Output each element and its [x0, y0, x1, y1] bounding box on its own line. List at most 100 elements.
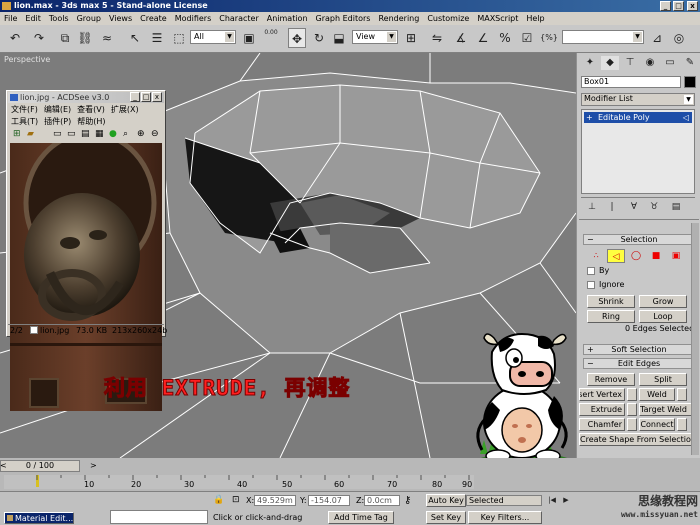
mirror-icon[interactable]: ⇋ — [428, 28, 446, 48]
soft-selection-rollout[interactable]: + Soft Selection — [583, 344, 695, 355]
acdsee-menu-file[interactable]: 文件(F) — [11, 105, 38, 114]
border-icon[interactable]: ◯ — [627, 249, 645, 263]
vertex-icon[interactable]: ∴ — [587, 249, 605, 263]
acdsee-menu-tools[interactable]: 工具(T) — [11, 117, 38, 126]
bind-space-warp-icon[interactable]: ≈ — [98, 28, 116, 48]
utilities-tab-icon[interactable]: ✎ — [681, 56, 699, 70]
zoom-icon[interactable]: ⌕ — [123, 129, 128, 139]
object-color-swatch[interactable] — [684, 76, 696, 88]
panel-scrollbar[interactable] — [691, 223, 699, 455]
select-move-icon[interactable]: ✥ — [288, 28, 306, 48]
maxscript-listener[interactable] — [110, 510, 208, 524]
ring-button[interactable]: Ring — [587, 310, 635, 323]
weld-button[interactable]: Weld — [639, 388, 675, 401]
chamfer-settings-button[interactable] — [627, 418, 637, 431]
menu-modifiers[interactable]: Modifiers — [171, 12, 216, 25]
x-coordinate-field[interactable]: 49.529m — [254, 495, 296, 506]
ignore-backfacing-checkbox[interactable] — [587, 281, 595, 289]
percent-snap-icon[interactable]: % — [496, 28, 514, 48]
display-tab-icon[interactable]: ▭ — [661, 56, 679, 70]
make-unique-icon[interactable]: ∀ — [625, 200, 643, 214]
acdsee-minimize-button[interactable]: _ — [130, 92, 140, 102]
timeline-ruler[interactable]: 10 20 30 40 50 60 70 80 90 — [4, 475, 474, 489]
split-button[interactable]: Split — [639, 373, 687, 386]
selection-filter-dropdown[interactable]: All ▼ — [190, 30, 236, 44]
absolute-mode-icon[interactable]: ⊡ — [232, 495, 240, 505]
close-button[interactable]: x — [687, 1, 698, 11]
snap-icon[interactable]: ∡ — [452, 28, 470, 48]
properties-icon[interactable]: ▤ — [81, 129, 90, 139]
material-editor-icon[interactable]: ◎ — [670, 28, 688, 48]
menu-views[interactable]: Views — [105, 12, 136, 25]
open-folder-icon[interactable]: ▰ — [27, 129, 34, 139]
select-link-icon[interactable]: ⧉ — [56, 28, 74, 48]
acdsee-menu-edit[interactable]: 编辑(E) — [44, 105, 71, 114]
angle-snap-icon[interactable]: ∠ — [474, 28, 492, 48]
create-shape-button[interactable]: Create Shape From Selection — [579, 433, 699, 446]
menu-group[interactable]: Group — [73, 12, 105, 25]
auto-key-button[interactable]: Auto Key — [426, 494, 466, 507]
redo-icon[interactable]: ↷ — [30, 28, 48, 48]
key-filters-button[interactable]: Key Filters... — [468, 511, 542, 524]
remove-modifier-icon[interactable]: ♉ — [645, 200, 663, 214]
menu-tools[interactable]: Tools — [45, 12, 73, 25]
select-rotate-icon[interactable]: ↻ — [310, 28, 328, 48]
acdsee-close-button[interactable]: x — [152, 92, 162, 102]
zoom-out-icon[interactable]: ⊖ — [151, 129, 159, 139]
mirror-tool-icon[interactable]: ⊿ — [648, 28, 666, 48]
select-window-icon[interactable]: ▣ — [240, 28, 258, 48]
create-tab-icon[interactable]: ✦ — [581, 56, 599, 70]
insert-vertex-settings-button[interactable] — [627, 388, 637, 401]
slideshow-icon[interactable]: ▭ — [67, 129, 76, 139]
object-name-field[interactable]: Box01 — [581, 76, 681, 88]
fullscreen-icon[interactable]: ▭ — [53, 129, 62, 139]
menu-create[interactable]: Create — [136, 12, 171, 25]
undo-icon[interactable]: ↶ — [6, 28, 24, 48]
modify-tab-icon[interactable]: ◆ — [601, 56, 619, 70]
time-slider[interactable]: 0 / 100 — [0, 460, 80, 472]
menu-rendering[interactable]: Rendering — [374, 12, 423, 25]
acdsee-menu-plugins[interactable]: 插件(P) — [44, 117, 71, 126]
chamfer-button[interactable]: Chamfer — [579, 418, 625, 431]
add-time-tag-button[interactable]: Add Time Tag — [328, 511, 394, 524]
menu-edit[interactable]: Edit — [21, 12, 45, 25]
refresh-icon[interactable]: ● — [109, 129, 117, 139]
configure-sets-icon[interactable]: ▤ — [667, 200, 685, 214]
connect-settings-button[interactable] — [677, 418, 687, 431]
play-icon[interactable]: ▶ — [560, 494, 572, 506]
menu-maxscript[interactable]: MAXScript — [473, 12, 522, 25]
connect-button[interactable]: Connect — [639, 418, 675, 431]
menu-graph-editors[interactable]: Graph Editors — [312, 12, 375, 25]
stack-item-editable-poly[interactable]: + Editable Poly ◁ — [584, 112, 692, 123]
selection-region-icon[interactable]: ⬚ — [170, 28, 188, 48]
browse-icon[interactable]: ⊞ — [13, 129, 21, 139]
grow-button[interactable]: Grow — [639, 295, 687, 308]
spinner-snap-icon[interactable]: ☑ — [518, 28, 536, 48]
selection-rollout-header[interactable]: − Selection — [583, 234, 695, 245]
menu-customize[interactable]: Customize — [423, 12, 473, 25]
prev-frame-icon[interactable]: < — [0, 461, 7, 470]
select-by-name-icon[interactable]: ☰ — [148, 28, 166, 48]
named-selection-dropdown[interactable]: ▼ — [562, 30, 644, 44]
y-coordinate-field[interactable]: -154.07 — [308, 495, 350, 506]
weld-settings-button[interactable] — [677, 388, 687, 401]
insert-vertex-button[interactable]: Insert Vertex — [579, 388, 625, 401]
extrude-button[interactable]: Extrude — [579, 403, 625, 416]
target-weld-button[interactable]: Target Weld — [639, 403, 699, 416]
motion-tab-icon[interactable]: ◉ — [641, 56, 659, 70]
unlink-icon[interactable]: ⛓ — [76, 28, 94, 48]
set-key-button[interactable]: Set Key — [426, 511, 466, 524]
acdsee-menu-help[interactable]: 帮助(H) — [77, 117, 105, 126]
maximize-button[interactable]: □ — [673, 1, 684, 11]
select-scale-icon[interactable]: ⬓ — [330, 28, 348, 48]
select-object-icon[interactable]: ↖ — [126, 28, 144, 48]
menu-animation[interactable]: Animation — [263, 12, 312, 25]
reference-coord-dropdown[interactable]: View ▼ — [352, 30, 398, 44]
zoom-in-icon[interactable]: ⊕ — [137, 129, 145, 139]
acdsee-menu-extend[interactable]: 扩展(X) — [111, 105, 139, 114]
modifier-list-dropdown[interactable]: Modifier List ▼ — [581, 93, 695, 106]
key-mode-dropdown[interactable]: Selected — [466, 495, 542, 506]
loop-button[interactable]: Loop — [639, 310, 687, 323]
acdsee-menu-view[interactable]: 查看(V) — [77, 105, 105, 114]
element-icon[interactable]: ▣ — [667, 249, 685, 263]
